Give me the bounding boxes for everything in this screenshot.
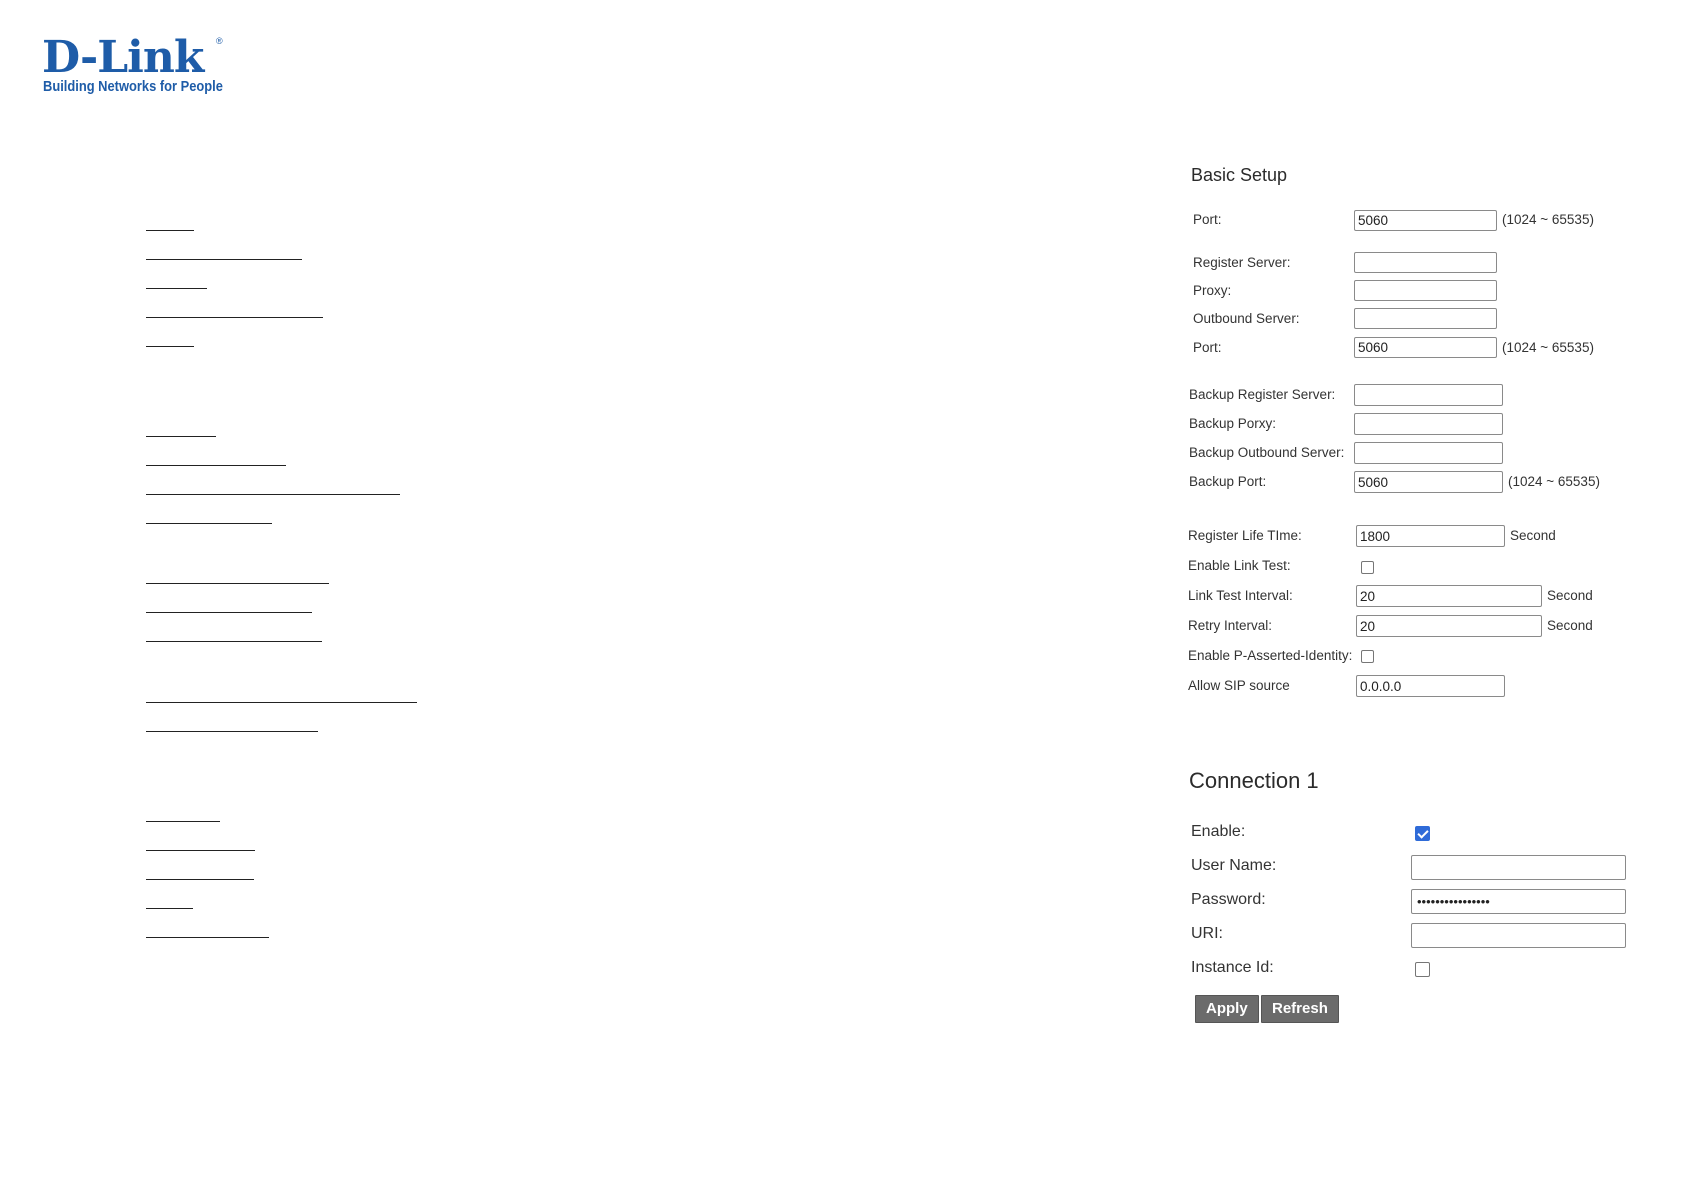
nav-link[interactable] bbox=[146, 818, 220, 822]
connection-title: Connection 1 bbox=[1189, 768, 1319, 793]
enable-p-asserted-identity-checkbox[interactable] bbox=[1361, 650, 1374, 663]
uri-input[interactable] bbox=[1411, 923, 1626, 948]
outbound-server-label: Outbound Server: bbox=[1193, 311, 1300, 326]
nav-link[interactable] bbox=[146, 934, 269, 938]
backup-port-input[interactable] bbox=[1354, 471, 1503, 493]
outbound-port-range: (1024 ~ 65535) bbox=[1502, 340, 1594, 355]
logo-tagline: Building Networks for People bbox=[43, 78, 223, 95]
register-life-time-label: Register Life TIme: bbox=[1188, 528, 1302, 543]
nav-link[interactable] bbox=[146, 433, 216, 437]
nav-link[interactable] bbox=[146, 285, 207, 289]
nav-link[interactable] bbox=[146, 256, 302, 260]
nav-link[interactable] bbox=[146, 905, 193, 909]
backup-register-server-input[interactable] bbox=[1354, 384, 1503, 406]
link-test-interval-label: Link Test Interval: bbox=[1188, 588, 1293, 603]
nav-link[interactable] bbox=[146, 462, 286, 466]
refresh-button[interactable]: Refresh bbox=[1261, 995, 1339, 1023]
dlink-logo: D-Link ® Building Networks for People bbox=[42, 34, 242, 96]
enable-link-test-label: Enable Link Test: bbox=[1188, 558, 1291, 573]
logo-registered-mark: ® bbox=[216, 36, 223, 46]
backup-port-label: Backup Port: bbox=[1189, 474, 1267, 489]
password-input[interactable] bbox=[1411, 889, 1626, 914]
register-server-input[interactable] bbox=[1354, 252, 1497, 273]
enable-label: Enable: bbox=[1191, 823, 1246, 840]
nav-link[interactable] bbox=[146, 876, 254, 880]
enable-link-test-checkbox[interactable] bbox=[1361, 561, 1374, 574]
allow-sip-source-label: Allow SIP source bbox=[1188, 678, 1290, 693]
nav-link[interactable] bbox=[146, 520, 272, 524]
port-range: (1024 ~ 65535) bbox=[1502, 212, 1594, 227]
allow-sip-source-input[interactable] bbox=[1356, 675, 1505, 697]
proxy-input[interactable] bbox=[1354, 280, 1497, 301]
nav-link[interactable] bbox=[146, 227, 194, 231]
link-test-interval-input[interactable] bbox=[1356, 585, 1542, 607]
proxy-label: Proxy: bbox=[1193, 283, 1232, 298]
uri-label: URI: bbox=[1191, 925, 1223, 942]
register-life-time-input[interactable] bbox=[1356, 525, 1505, 547]
outbound-port-label: Port: bbox=[1193, 340, 1222, 355]
nav-link[interactable] bbox=[146, 343, 194, 347]
backup-outbound-server-label: Backup Outbound Server: bbox=[1189, 445, 1345, 460]
nav-link[interactable] bbox=[146, 609, 312, 613]
apply-button[interactable]: Apply bbox=[1195, 995, 1259, 1023]
nav-link[interactable] bbox=[146, 847, 255, 851]
backup-outbound-server-input[interactable] bbox=[1354, 442, 1503, 464]
backup-proxy-label: Backup Porxy: bbox=[1189, 416, 1277, 431]
password-label: Password: bbox=[1191, 891, 1266, 908]
nav-link[interactable] bbox=[146, 638, 322, 642]
backup-register-server-label: Backup Register Server: bbox=[1189, 387, 1336, 402]
retry-interval-input[interactable] bbox=[1356, 615, 1542, 637]
port-input[interactable] bbox=[1354, 210, 1497, 231]
link-test-interval-unit: Second bbox=[1547, 588, 1593, 603]
retry-interval-unit: Second bbox=[1547, 618, 1593, 633]
outbound-port-input[interactable] bbox=[1354, 337, 1497, 358]
nav-link[interactable] bbox=[146, 314, 323, 318]
nav-link[interactable] bbox=[146, 728, 318, 732]
retry-interval-label: Retry Interval: bbox=[1188, 618, 1273, 633]
port-label: Port: bbox=[1193, 212, 1222, 227]
register-life-time-unit: Second bbox=[1510, 528, 1556, 543]
logo-wordmark: D-Link bbox=[42, 32, 204, 83]
user-name-input[interactable] bbox=[1411, 855, 1626, 880]
outbound-server-input[interactable] bbox=[1354, 308, 1497, 329]
instance-id-checkbox[interactable] bbox=[1415, 962, 1430, 977]
nav-link[interactable] bbox=[146, 580, 329, 584]
register-server-label: Register Server: bbox=[1193, 255, 1291, 270]
user-name-label: User Name: bbox=[1191, 857, 1277, 874]
backup-proxy-input[interactable] bbox=[1354, 413, 1503, 435]
enable-p-asserted-identity-label: Enable P-Asserted-Identity: bbox=[1188, 648, 1353, 663]
enable-checkbox[interactable] bbox=[1415, 826, 1430, 841]
basic-setup-title: Basic Setup bbox=[1191, 165, 1288, 185]
nav-link[interactable] bbox=[146, 491, 400, 495]
instance-id-label: Instance Id: bbox=[1191, 959, 1274, 976]
nav-link[interactable] bbox=[146, 699, 417, 703]
backup-port-range: (1024 ~ 65535) bbox=[1508, 474, 1600, 489]
